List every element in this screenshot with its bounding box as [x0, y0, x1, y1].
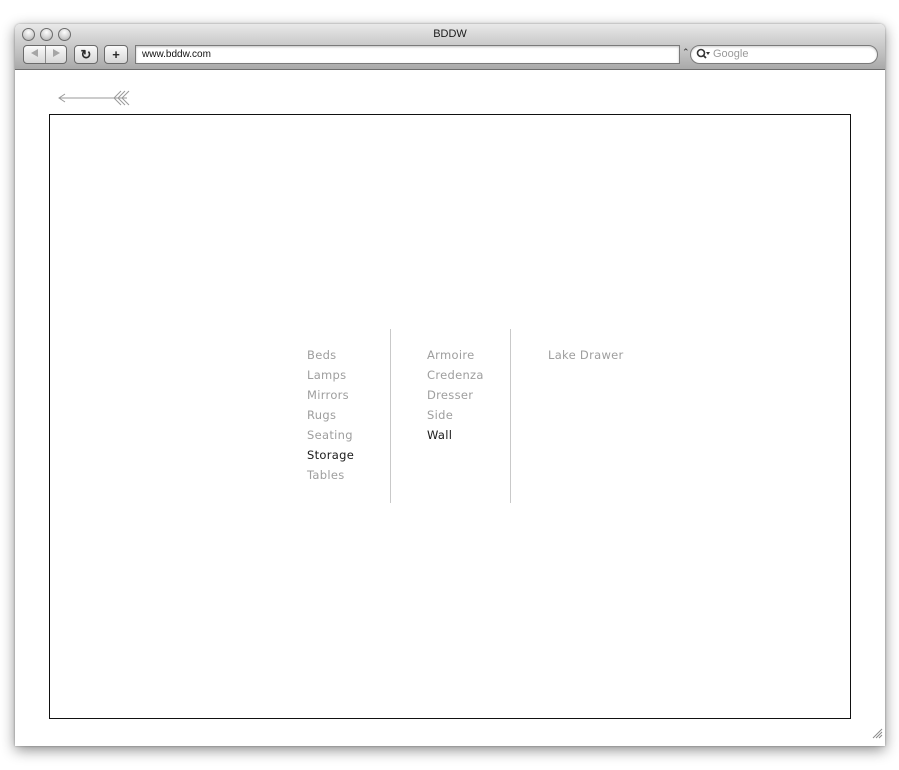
- nav-item-wall[interactable]: Wall: [427, 425, 484, 445]
- reload-button[interactable]: ↻: [74, 45, 98, 64]
- back-forward-control: [23, 45, 67, 64]
- nav-item-rugs[interactable]: Rugs: [307, 405, 354, 425]
- subcategory-list: Armoire Credenza Dresser Side Wall: [427, 345, 484, 445]
- back-arrow-link[interactable]: [57, 90, 133, 111]
- nav-item-lake-drawer[interactable]: Lake Drawer: [548, 345, 624, 365]
- nav-item-seating[interactable]: Seating: [307, 425, 354, 445]
- content-frame: Beds Lamps Mirrors Rugs Seating Storage …: [49, 114, 851, 719]
- nav-item-dresser[interactable]: Dresser: [427, 385, 484, 405]
- nav-item-lamps[interactable]: Lamps: [307, 365, 354, 385]
- nav-item-tables[interactable]: Tables: [307, 465, 354, 485]
- search-input[interactable]: Google: [690, 45, 878, 64]
- column-divider: [510, 329, 511, 503]
- product-list: Lake Drawer: [548, 345, 624, 365]
- chevron-up-icon: ⌃: [682, 47, 690, 57]
- browser-toolbar: BDDW ↻ + www.bddw.com ⌃ Google: [15, 24, 885, 70]
- nav-item-beds[interactable]: Beds: [307, 345, 354, 365]
- address-bar[interactable]: www.bddw.com: [135, 45, 680, 64]
- nav-item-armoire[interactable]: Armoire: [427, 345, 484, 365]
- window-title: BDDW: [433, 28, 467, 40]
- column-divider: [390, 329, 391, 503]
- nav-item-storage[interactable]: Storage: [307, 445, 354, 465]
- nav-item-mirrors[interactable]: Mirrors: [307, 385, 354, 405]
- search-placeholder: Google: [713, 48, 749, 60]
- resize-grip-icon[interactable]: [872, 726, 883, 744]
- reload-icon: ↻: [80, 47, 92, 62]
- arrow-left-icon: [58, 90, 130, 106]
- category-list: Beds Lamps Mirrors Rugs Seating Storage …: [307, 345, 354, 485]
- back-icon: [31, 49, 38, 57]
- search-icon: [696, 47, 710, 64]
- browser-window: BDDW ↻ + www.bddw.com ⌃ Google Beds Lamp…: [15, 24, 885, 746]
- nav-item-side[interactable]: Side: [427, 405, 484, 425]
- segment-divider: [45, 46, 46, 63]
- plus-icon: +: [112, 47, 120, 62]
- add-bookmark-button[interactable]: +: [104, 45, 128, 64]
- forward-icon: [53, 49, 60, 57]
- forward-button[interactable]: [51, 48, 61, 61]
- back-button[interactable]: [30, 48, 40, 61]
- nav-item-credenza[interactable]: Credenza: [427, 365, 484, 385]
